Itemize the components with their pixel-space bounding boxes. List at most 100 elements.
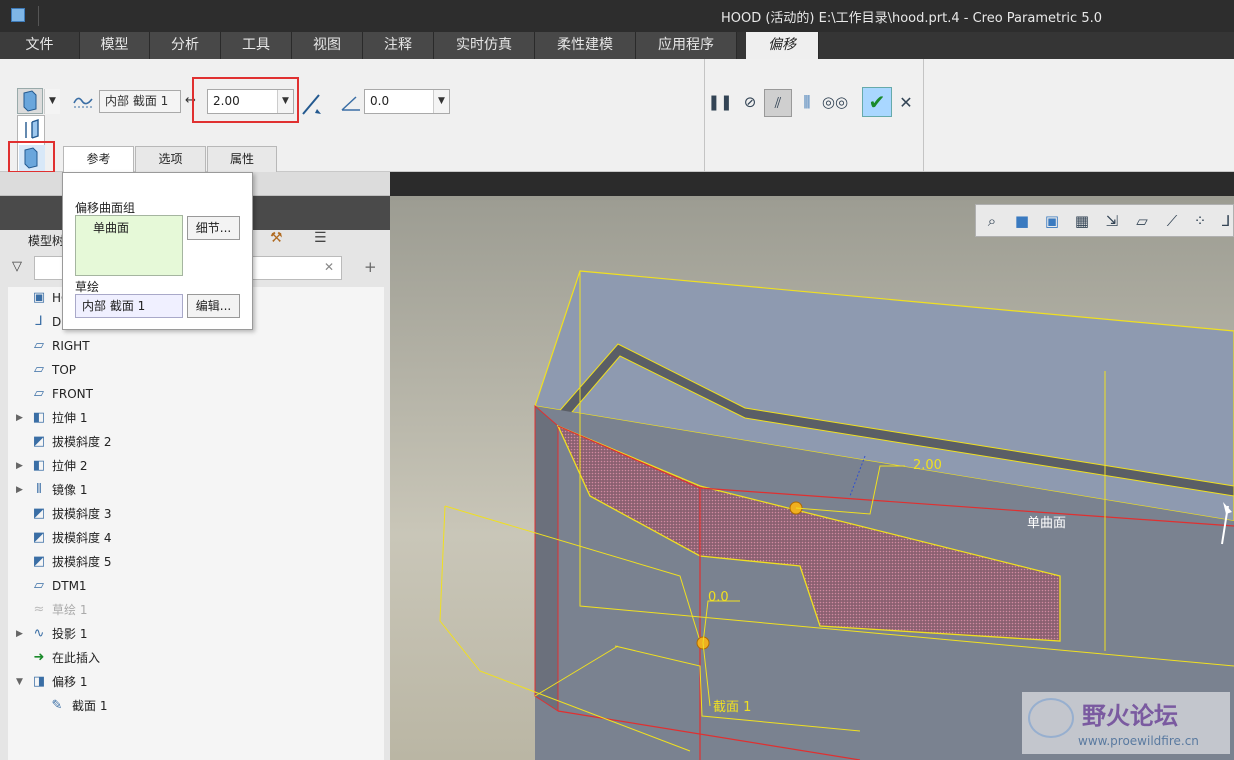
plane-display-icon[interactable]: ▱ (1130, 209, 1154, 233)
view-manager-icon[interactable]: ▦ (1070, 209, 1094, 233)
angle-value-dropdown[interactable]: ▼ (433, 90, 449, 113)
offset-type-dropdown[interactable]: ▼ (44, 89, 60, 114)
tree-item-label: 拔模斜度 5 (52, 555, 112, 569)
insert-here-icon: ➜ (33, 650, 45, 665)
tab-applications[interactable]: 应用程序 (636, 32, 737, 59)
surface-group-label: 偏移曲面组 (75, 201, 136, 215)
tree-item-label: D (52, 315, 62, 329)
draft-icon: ◩ (32, 530, 46, 545)
datum-plane-icon: ▱ (34, 338, 44, 353)
tree-item-label: 在此插入 (52, 651, 101, 665)
model-tree: ▣HOOD⅃D▱RIGHT▱TOP▱FRONT▶◧拉伸 1◩拔模斜度 2▶◧拉伸… (8, 287, 384, 760)
tab-offset[interactable]: 偏移 (746, 32, 819, 59)
tree-item-label: 截面 1 (72, 699, 108, 713)
tab-analysis[interactable]: 分析 (150, 32, 221, 59)
tree-item-label: 拔模斜度 3 (52, 507, 112, 521)
in-graphics-toolbar: ⌕ ■ ▣ ▦ ⇲ ▱ ⟋ ⁘ ⅃ (975, 204, 1234, 237)
offset-surface-icon (23, 90, 37, 112)
tree-item-label: 投影 1 (52, 627, 88, 641)
expand-arrow-icon[interactable]: ▶ (16, 455, 26, 477)
mirror-icon: ⫴ (36, 482, 42, 497)
refit-icon[interactable]: ⌕ (980, 209, 1004, 233)
tab-simulation[interactable]: 实时仿真 (434, 32, 535, 59)
axis-display-icon[interactable]: ⟋ (1160, 209, 1184, 233)
model-tree-header: 模型树 (28, 234, 65, 248)
sketch-collector-field[interactable]: 内部 截面 1 (75, 294, 183, 318)
offset-ribbon: ▼ 内部 截面 1 ↔ 2.00 ▼ 0.0 ▼ ❚❚ ⊘ ⫽ ⫼ ◎◎ ✔ ✕… (0, 59, 1234, 229)
filter-icon[interactable]: ▽ (12, 259, 22, 274)
tree-item-label: 偏移 1 (52, 675, 88, 689)
details-button[interactable]: 细节... (187, 216, 240, 240)
draft-icon: ◩ (32, 506, 46, 521)
section-label: 截面 1 (713, 700, 752, 715)
add-column-icon[interactable]: + (364, 258, 377, 276)
offset-type-button[interactable] (17, 88, 43, 114)
show-icon[interactable]: ☰ (314, 230, 327, 246)
tab-options[interactable]: 选项 (135, 146, 206, 172)
verify-icon[interactable]: ⫼ (795, 90, 819, 114)
tree-item-label: FRONT (52, 387, 93, 401)
datum-plane-icon: ▱ (34, 386, 44, 401)
clear-search-icon[interactable]: ✕ (324, 260, 334, 274)
extrude-icon: ◧ (32, 410, 46, 425)
tree-item-label: DTM1 (52, 579, 87, 593)
tree-item-label: 拉伸 1 (52, 411, 88, 425)
saved-views-icon[interactable]: ■ (1010, 209, 1034, 233)
tab-tools[interactable]: 工具 (221, 32, 292, 59)
offset-dimension[interactable]: 2.00 (913, 458, 942, 473)
tree-item-label: RIGHT (52, 339, 90, 353)
perspective-icon[interactable]: ⇲ (1100, 209, 1124, 233)
csys-icon: ⅃ (35, 314, 43, 329)
cancel-x-button[interactable]: ✕ (894, 90, 918, 114)
tab-file[interactable]: 文件 (0, 32, 80, 59)
standard-offset-icon (25, 119, 39, 139)
tab-annotate[interactable]: 注释 (363, 32, 434, 59)
graphics-viewport[interactable]: 2.00 0.0 单曲面 截面 1 (390, 196, 1234, 760)
angle-icon (340, 94, 362, 112)
surface-label: 单曲面 (1027, 516, 1067, 531)
display-style-icon[interactable]: ▣ (1040, 209, 1064, 233)
extrude-icon: ◧ (32, 458, 46, 473)
ok-check-button[interactable]: ✔ (862, 87, 892, 117)
sketch-section-label: 草绘 (75, 280, 100, 294)
window-title: HOOD (活动的) E:\工作目录\hood.prt.4 - Creo Par… (720, 11, 1102, 26)
glasses-icon[interactable]: ◎◎ (822, 90, 848, 114)
flip-direction-icon[interactable] (300, 89, 324, 117)
tab-model[interactable]: 模型 (80, 32, 150, 59)
sketch-icon: ≈ (33, 602, 45, 617)
tree-item-label: 草绘 1 (52, 603, 88, 617)
watermark: 野火论坛 www.proewildfire.cn (1022, 692, 1230, 754)
sketch-icon (72, 91, 96, 111)
sketch-collector[interactable]: 内部 截面 1 (99, 90, 181, 113)
menu-bar: 文件 模型 分析 工具 视图 注释 实时仿真 柔性建模 应用程序 偏移 (0, 32, 1234, 59)
expand-arrow-icon[interactable]: ▼ (16, 671, 26, 693)
draft-offset-highlight (8, 141, 55, 173)
tree-item-label: 镜像 1 (52, 483, 88, 497)
expand-arrow-icon[interactable]: ▶ (16, 479, 26, 501)
expand-arrow-icon[interactable]: ▶ (16, 407, 26, 429)
preview-icon[interactable]: ⫽ (764, 89, 792, 117)
tab-view[interactable]: 视图 (292, 32, 363, 59)
angle-dimension[interactable]: 0.0 (708, 590, 729, 605)
edit-sketch-button[interactable]: 编辑... (187, 294, 240, 318)
datum-plane-icon: ▱ (34, 578, 44, 593)
expand-arrow-icon[interactable]: ▶ (16, 623, 26, 645)
tab-properties[interactable]: 属性 (207, 146, 277, 172)
settings-icon[interactable]: ⚒ (270, 230, 283, 246)
app-icon (11, 8, 25, 22)
draft-icon: ◩ (32, 554, 46, 569)
tab-flexible-modeling[interactable]: 柔性建模 (535, 32, 636, 59)
standard-offset-option[interactable] (21, 118, 43, 142)
watermark-url: www.proewildfire.cn (1078, 734, 1199, 748)
pause-icon[interactable]: ❚❚ (707, 90, 732, 114)
projection-icon: ∿ (33, 626, 45, 641)
tree-item-label: 拔模斜度 4 (52, 531, 112, 545)
csys-display-icon[interactable]: ⅃ (1214, 209, 1234, 233)
surface-item[interactable]: 单曲面 (93, 219, 129, 236)
point-display-icon[interactable]: ⁘ (1188, 209, 1212, 233)
tab-references[interactable]: 参考 (63, 146, 134, 172)
no-preview-icon[interactable]: ⊘ (738, 90, 762, 114)
title-bar: HOOD (活动的) E:\工作目录\hood.prt.4 - Creo Par… (0, 0, 1234, 32)
tree-item-label: TOP (52, 363, 77, 377)
left-face (534, 404, 559, 712)
